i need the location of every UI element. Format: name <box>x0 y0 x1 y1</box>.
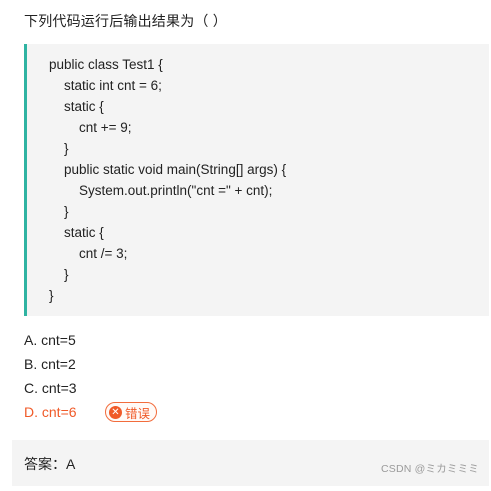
wrong-badge: ✕ 错误 <box>105 402 158 422</box>
question-stem: 下列代码运行后输出结果为（ ） <box>24 13 227 29</box>
code-line: System.out.println("cnt =" + cnt); <box>79 183 273 198</box>
wrong-badge-label: 错误 <box>125 406 151 421</box>
code-line: cnt += 9; <box>79 120 132 135</box>
code-line: static { <box>64 99 104 114</box>
option-b[interactable]: B. cnt=2 <box>24 354 76 374</box>
option-a[interactable]: A. cnt=5 <box>24 330 76 350</box>
page: 下列代码运行后输出结果为（ ） public class Test1 { sta… <box>0 0 491 491</box>
watermark: CSDN @ミカミミミ <box>380 463 479 475</box>
code-line: public class Test1 { <box>49 57 163 72</box>
code-line: public static void main(String[] args) { <box>64 162 287 177</box>
code-line: } <box>64 267 69 282</box>
code-line: static int cnt = 6; <box>64 78 162 93</box>
code-block: public class Test1 { static int cnt = 6;… <box>24 44 489 316</box>
code-line: } <box>64 141 69 156</box>
answer-box: 答案：A CSDN @ミカミミミ <box>12 440 489 486</box>
option-c[interactable]: C. cnt=3 <box>24 378 77 398</box>
code-line: cnt /= 3; <box>79 246 128 261</box>
question-card: 下列代码运行后输出结果为（ ） public class Test1 { sta… <box>12 0 489 438</box>
answer-text: 答案：A <box>24 456 76 472</box>
code-line: } <box>64 204 69 219</box>
option-d[interactable]: D. cnt=6 <box>24 402 77 422</box>
code-line: static { <box>64 225 104 240</box>
code-line: } <box>49 288 54 303</box>
x-circle-icon: ✕ <box>109 405 122 419</box>
